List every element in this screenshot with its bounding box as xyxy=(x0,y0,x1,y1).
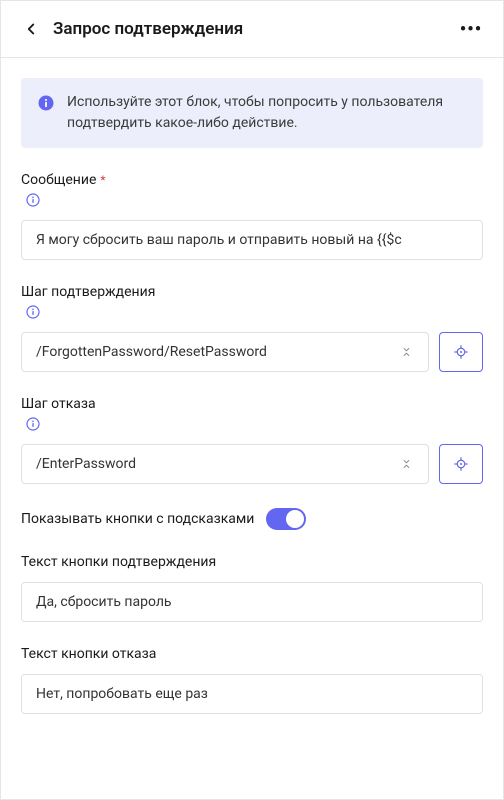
confirm-step-field: Шаг подтверждения /ForgottenPassword/Res… xyxy=(21,284,483,372)
confirm-step-label-row: Шаг подтверждения xyxy=(21,284,483,300)
deny-step-label: Шаг отказа xyxy=(21,396,96,412)
confirm-button-text-label: Текст кнопки подтверждения xyxy=(21,554,216,570)
confirm-step-label: Шаг подтверждения xyxy=(21,284,155,300)
show-hints-toggle[interactable] xyxy=(266,508,306,530)
panel-title: Запрос подтверждения xyxy=(53,19,243,39)
show-hints-row: Показывать кнопки с подсказками xyxy=(21,508,483,530)
deny-button-text-field: Текст кнопки отказа xyxy=(21,646,483,714)
message-input[interactable] xyxy=(21,220,483,260)
help-icon[interactable] xyxy=(25,304,41,320)
confirm-step-select[interactable]: /ForgottenPassword/ResetPassword xyxy=(21,332,429,372)
deny-step-row: /EnterPassword xyxy=(21,444,483,484)
info-icon xyxy=(37,94,55,112)
confirm-step-target-button[interactable] xyxy=(439,332,483,372)
info-banner: Используйте этот блок, чтобы попросить у… xyxy=(21,78,483,148)
select-caret-icon xyxy=(400,457,414,471)
help-icon[interactable] xyxy=(25,416,41,432)
help-icon[interactable] xyxy=(25,192,41,208)
deny-step-field: Шаг отказа /EnterPassword xyxy=(21,396,483,484)
crosshair-icon xyxy=(452,343,470,361)
confirm-step-row: /ForgottenPassword/ResetPassword xyxy=(21,332,483,372)
confirmation-request-panel: Запрос подтверждения ••• Используйте это… xyxy=(0,0,504,800)
deny-button-text-label-row: Текст кнопки отказа xyxy=(21,646,483,662)
message-label: Сообщение xyxy=(21,172,96,188)
deny-step-label-row: Шаг отказа xyxy=(21,396,483,412)
deny-step-target-button[interactable] xyxy=(439,444,483,484)
message-label-row: Сообщение * xyxy=(21,172,483,188)
toggle-knob xyxy=(286,510,304,528)
confirm-step-value: /ForgottenPassword/ResetPassword xyxy=(36,344,400,360)
confirm-button-text-label-row: Текст кнопки подтверждения xyxy=(21,554,483,570)
show-hints-label: Показывать кнопки с подсказками xyxy=(21,511,254,527)
info-text: Используйте этот блок, чтобы попросить у… xyxy=(67,92,467,134)
deny-step-value: /EnterPassword xyxy=(36,456,400,472)
more-menu-button[interactable]: ••• xyxy=(459,17,483,41)
select-caret-icon xyxy=(400,345,414,359)
confirm-button-text-field: Текст кнопки подтверждения xyxy=(21,554,483,622)
deny-button-text-input[interactable] xyxy=(21,674,483,714)
required-mark: * xyxy=(100,173,105,187)
header-left: Запрос подтверждения xyxy=(21,19,243,39)
back-button[interactable] xyxy=(21,19,41,39)
confirm-button-text-input[interactable] xyxy=(21,582,483,622)
chevron-left-icon xyxy=(22,20,40,38)
deny-button-text-label: Текст кнопки отказа xyxy=(21,646,156,662)
panel-header: Запрос подтверждения ••• xyxy=(1,1,503,58)
crosshair-icon xyxy=(452,455,470,473)
ellipsis-icon: ••• xyxy=(460,19,482,40)
panel-content: Используйте этот блок, чтобы попросить у… xyxy=(1,58,503,799)
message-field: Сообщение * xyxy=(21,172,483,260)
deny-step-select[interactable]: /EnterPassword xyxy=(21,444,429,484)
